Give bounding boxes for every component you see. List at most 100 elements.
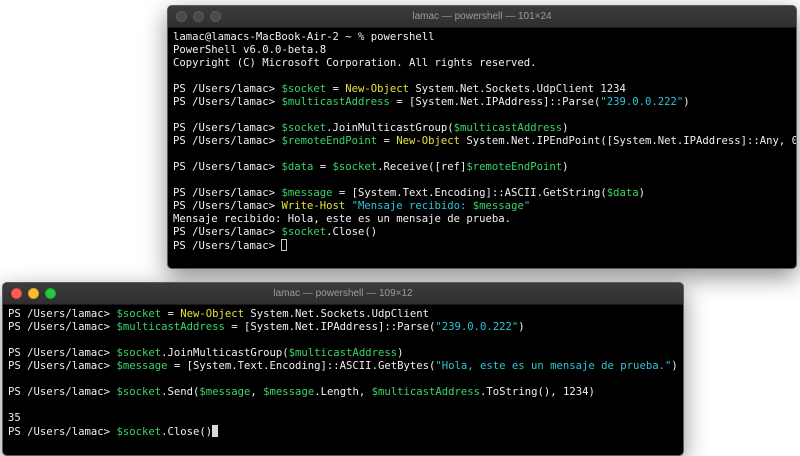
variable-token: $socket <box>116 426 162 438</box>
variable-token: $message <box>199 386 251 398</box>
command-text: = <box>326 83 346 95</box>
command-text: = [System.Text.Encoding]::ASCII.GetBytes… <box>167 360 436 372</box>
prompt: PS /Users/lamac> <box>173 96 282 108</box>
command-text: .Send( <box>161 386 200 398</box>
command-text: PowerShell v6.0.0-beta.8 <box>173 44 327 56</box>
terminal-line: PowerShell v6.0.0-beta.8 <box>173 44 796 57</box>
variable-token: $socket <box>116 386 162 398</box>
command-text: = <box>377 135 397 147</box>
prompt: PS /Users/lamac> <box>173 135 282 147</box>
window-title: lamac — powershell — 109×12 <box>273 288 413 299</box>
title-bar[interactable]: lamac — powershell — 101×24 <box>168 6 796 28</box>
command-text: ) <box>638 187 646 199</box>
command-text: .JoinMulticastGroup( <box>161 347 289 359</box>
terminal-line: PS /Users/lamac> $socket.JoinMulticastGr… <box>173 122 796 135</box>
command-text: , <box>250 386 264 398</box>
prompt: PS /Users/lamac> <box>8 386 117 398</box>
prompt: PS /Users/lamac> <box>173 240 282 252</box>
prompt: PS /Users/lamac> <box>173 122 282 134</box>
variable-token: $socket <box>281 83 327 95</box>
variable-token: $message <box>263 386 315 398</box>
command-text: ) <box>562 161 569 173</box>
terminal-line: PS /Users/lamac> $socket.JoinMulticastGr… <box>8 347 683 360</box>
terminal-window-back[interactable]: lamac — powershell — 101×24 lamac@lamacs… <box>167 5 797 269</box>
command-text: = [System.Net.IPAddress]::Parse( <box>224 321 436 333</box>
terminal-line: Copyright (C) Microsoft Corporation. All… <box>173 57 796 70</box>
command-text: lamac@lamacs-MacBook-Air-2 ~ % powershel… <box>173 31 435 43</box>
variable-token: $multicastAddress <box>453 122 563 134</box>
terminal-output[interactable]: lamac@lamacs-MacBook-Air-2 ~ % powershel… <box>168 28 796 252</box>
variable-token: $remoteEndPoint <box>281 135 378 147</box>
terminal-line: Mensaje recibido: Hola, este es un mensa… <box>173 213 796 226</box>
terminal-line: 35 <box>8 412 683 425</box>
terminal-line: lamac@lamacs-MacBook-Air-2 ~ % powershel… <box>173 31 796 44</box>
string-literal: "239.0.0.222" <box>435 321 519 333</box>
command-text: ) <box>562 122 569 134</box>
command-text: .Close() <box>326 226 378 238</box>
prompt: PS /Users/lamac> <box>173 187 282 199</box>
string-literal: "239.0.0.222" <box>600 96 684 108</box>
prompt: PS /Users/lamac> <box>173 226 282 238</box>
title-bar[interactable]: lamac — powershell — 109×12 <box>3 283 683 305</box>
variable-token: $socket <box>116 308 162 320</box>
terminal-line: PS /Users/lamac> $multicastAddress = [Sy… <box>8 321 683 334</box>
cmdlet-token: New-Object <box>345 83 410 95</box>
command-text: = [System.Net.IPAddress]::Parse( <box>389 96 601 108</box>
terminal-line: PS /Users/lamac> $multicastAddress = [Sy… <box>173 96 796 109</box>
command-text: .JoinMulticastGroup( <box>326 122 454 134</box>
command-text: .ToString(), 1234) <box>480 386 595 398</box>
prompt: PS /Users/lamac> <box>173 200 282 212</box>
variable-token: $multicastAddress <box>371 386 481 398</box>
terminal-line: PS /Users/lamac> $message = [System.Text… <box>173 187 796 200</box>
terminal-line: PS /Users/lamac> $message = [System.Text… <box>8 360 683 373</box>
variable-token: $message <box>281 187 333 199</box>
terminal-line: PS /Users/lamac> <box>173 239 796 252</box>
prompt: PS /Users/lamac> <box>8 347 117 359</box>
command-text: ) <box>683 96 690 108</box>
terminal-line: PS /Users/lamac> $remoteEndPoint = New-O… <box>173 135 796 148</box>
text-cursor <box>212 425 219 437</box>
variable-token: $socket <box>116 347 162 359</box>
terminal-line: PS /Users/lamac> $socket.Close() <box>8 425 683 438</box>
terminal-line: PS /Users/lamac> $socket = New-Object Sy… <box>8 308 683 321</box>
variable-token: $socket <box>332 161 378 173</box>
prompt: PS /Users/lamac> <box>8 321 117 333</box>
command-text: .Receive([ref] <box>377 161 467 173</box>
variable-token: $multicastAddress <box>281 96 390 108</box>
cmdlet-token: New-Object <box>396 135 461 147</box>
variable-token: $multicastAddress <box>116 321 225 333</box>
command-text: Copyright (C) Microsoft Corporation. All… <box>173 57 537 69</box>
terminal-line: PS /Users/lamac> Write-Host "Mensaje rec… <box>173 200 796 213</box>
terminal-line: PS /Users/lamac> $socket.Close() <box>173 226 796 239</box>
prompt: PS /Users/lamac> <box>173 161 282 173</box>
command-text: = <box>313 161 333 173</box>
cmdlet-token: New-Object <box>180 308 245 320</box>
prompt: PS /Users/lamac> <box>8 308 117 320</box>
command-text: = [System.Text.Encoding]::ASCII.GetStrin… <box>332 187 607 199</box>
variable-token: $data <box>281 161 314 173</box>
text-cursor <box>281 239 288 251</box>
variable-token: $message <box>116 360 168 372</box>
cmdlet-token: Write-Host <box>281 200 346 212</box>
variable-token: $socket <box>281 226 327 238</box>
terminal-window-front[interactable]: lamac — powershell — 109×12 PS /Users/la… <box>2 282 684 456</box>
command-text: = <box>161 308 181 320</box>
variable-token: $multicastAddress <box>288 347 398 359</box>
terminal-output[interactable]: PS /Users/lamac> $socket = New-Object Sy… <box>3 305 683 438</box>
terminal-line: PS /Users/lamac> $socket.Send($message, … <box>8 386 683 399</box>
variable-token: $message <box>472 200 524 212</box>
variable-token: $data <box>606 187 639 199</box>
command-text: System.Net.Sockets.UdpClient <box>244 308 429 320</box>
terminal-line: PS /Users/lamac> $data = $socket.Receive… <box>173 161 796 174</box>
command-text: System.Net.Sockets.UdpClient 1234 <box>409 83 626 95</box>
prompt: PS /Users/lamac> <box>8 360 117 372</box>
command-text: ) <box>518 321 525 333</box>
command-text: ) <box>671 360 678 372</box>
command-text: .Close() <box>161 426 213 438</box>
